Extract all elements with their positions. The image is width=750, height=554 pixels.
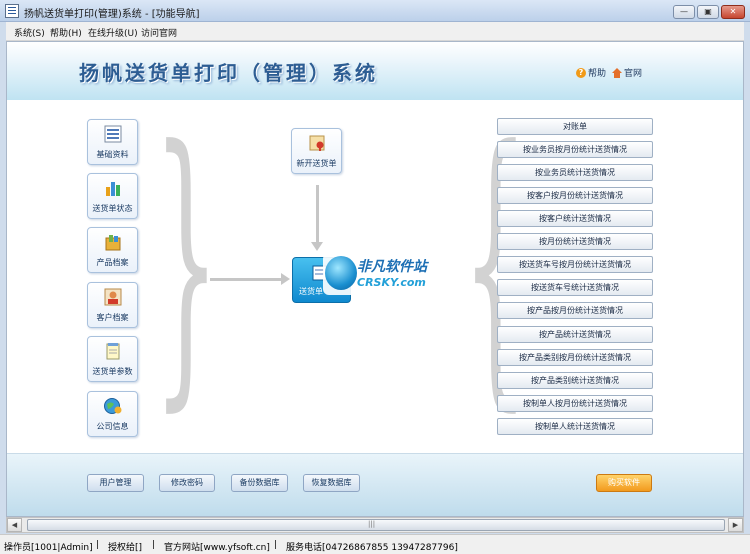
tile-company-info[interactable]: 公司信息 <box>87 391 138 437</box>
status-bar: 操作员[1001|Admin] | 授权给[] | 官方网站[www.yfsof… <box>0 534 750 554</box>
report-button[interactable]: 按业务员按月份统计送货情况 <box>497 141 653 158</box>
tile-product-archive[interactable]: 产品档案 <box>87 227 138 273</box>
tile-label: 送货单状态 <box>92 204 133 213</box>
status-phone: 服务电话[04726867855 13947287796] <box>286 543 458 553</box>
arrow-right <box>210 273 290 285</box>
menu-online-upgrade[interactable]: 在线升级(U) <box>88 26 138 39</box>
globe-logo-icon <box>325 256 357 290</box>
tile-new-order[interactable]: 新开送货单 <box>291 128 342 174</box>
tile-label: 送货单 <box>299 287 323 296</box>
menu-help[interactable]: 帮助(H) <box>50 26 82 39</box>
report-button[interactable]: 按制单人按月份统计送货情况 <box>497 395 653 412</box>
navigation-area: 基础资料 送货单状态 产品档案 客户档案 送货单参数 公司信息 } 新开送货单 … <box>7 100 743 453</box>
site-label: 官网 <box>624 69 643 79</box>
tile-order-params[interactable]: 送货单参数 <box>87 336 138 382</box>
watermark-cn: 非凡软件站 <box>357 259 427 275</box>
left-brace: } <box>153 87 220 436</box>
menu-system[interactable]: 系统(S) <box>14 26 45 39</box>
help-label: 帮助 <box>588 69 607 79</box>
status-website: 官方网站[www.yfsoft.cn] <box>164 543 270 553</box>
watermark-logo: 非凡软件站 CRSKY.com <box>323 253 443 295</box>
tile-label: 产品档案 <box>96 258 129 267</box>
report-button[interactable]: 按送货车号统计送货情况 <box>497 279 653 296</box>
backup-database-button[interactable]: 备份数据库 <box>231 474 288 492</box>
arrow-down <box>311 185 323 251</box>
tile-basic-data[interactable]: 基础资料 <box>87 119 138 165</box>
tile-label: 新开送货单 <box>296 159 337 168</box>
app-icon <box>5 4 19 18</box>
report-button[interactable]: 按送货车号按月份统计送货情况 <box>497 256 653 273</box>
title-bar: 扬帆送货单打印(管理)系统 - [功能导航] — ▣ ✕ <box>0 0 750 22</box>
tile-order-status[interactable]: 送货单状态 <box>87 173 138 219</box>
home-icon <box>612 67 622 78</box>
report-button[interactable]: 按产品类别统计送货情况 <box>497 372 653 389</box>
close-button[interactable]: ✕ <box>721 5 745 19</box>
status-divider: | <box>96 540 100 550</box>
scroll-thumb[interactable]: ||| <box>27 519 725 531</box>
help-icon: ? <box>576 67 586 78</box>
restore-button[interactable]: ▣ <box>697 5 719 19</box>
scroll-right-arrow-icon[interactable]: ▶ <box>728 518 743 532</box>
product-box-icon <box>105 235 121 251</box>
main-frame: 扬帆送货单打印（管理）系统 ? 帮助 官网 基础资料 送货单状态 产品档案 客户… <box>6 41 744 517</box>
report-button[interactable]: 按业务员统计送货情况 <box>497 164 653 181</box>
tile-label: 客户档案 <box>96 313 129 322</box>
report-button[interactable]: 按客户统计送货情况 <box>497 210 653 227</box>
report-button[interactable]: 按产品统计送货情况 <box>497 326 653 343</box>
footer-bar: 用户管理 修改密码 备份数据库 恢复数据库 购买软件 <box>7 453 743 516</box>
bar-chart-icon <box>106 182 120 196</box>
scroll-left-arrow-icon[interactable]: ◀ <box>7 518 22 532</box>
banner: 扬帆送货单打印（管理）系统 ? 帮助 官网 <box>7 42 743 100</box>
buy-software-button[interactable]: 购买软件 <box>596 474 652 492</box>
grip-icon: ||| <box>368 520 376 528</box>
tile-customer-archive[interactable]: 客户档案 <box>87 282 138 328</box>
status-divider: | <box>152 540 156 550</box>
change-password-button[interactable]: 修改密码 <box>159 474 215 492</box>
report-button[interactable]: 按制单人统计送货情况 <box>497 418 653 435</box>
app-title: 扬帆送货单打印（管理）系统 <box>79 61 378 85</box>
certificate-icon <box>309 135 325 151</box>
globe-icon <box>104 398 122 414</box>
list-icon <box>104 125 122 143</box>
report-button[interactable]: 按产品类别按月份统计送货情况 <box>497 349 653 366</box>
minimize-button[interactable]: — <box>673 5 695 19</box>
report-button[interactable]: 按月份统计送货情况 <box>497 233 653 250</box>
help-link[interactable]: ? 帮助 <box>576 66 606 79</box>
status-operator: 操作员[1001|Admin] <box>4 543 93 553</box>
report-button[interactable]: 按产品按月份统计送货情况 <box>497 302 653 319</box>
report-button[interactable]: 对账单 <box>497 118 653 135</box>
site-link[interactable]: 官网 <box>612 66 642 79</box>
menu-visit-site[interactable]: 访问官网 <box>141 26 177 39</box>
customer-icon <box>104 288 122 306</box>
tile-label: 公司信息 <box>96 422 129 431</box>
notepad-icon <box>106 343 120 360</box>
status-licensee: 授权给[] <box>108 543 143 553</box>
watermark-en: CRSKY.com <box>357 276 426 289</box>
horizontal-scrollbar[interactable]: ◀ ||| ▶ <box>6 517 744 533</box>
report-button[interactable]: 按客户按月份统计送货情况 <box>497 187 653 204</box>
restore-database-button[interactable]: 恢复数据库 <box>303 474 360 492</box>
tile-label: 基础资料 <box>96 150 129 159</box>
menu-bar: 系统(S) 帮助(H) 在线升级(U) 访问官网 <box>6 22 744 41</box>
window-title: 扬帆送货单打印(管理)系统 - [功能导航] <box>24 9 200 20</box>
user-management-button[interactable]: 用户管理 <box>87 474 144 492</box>
tile-label: 送货单参数 <box>92 367 133 376</box>
status-divider: | <box>274 540 278 550</box>
